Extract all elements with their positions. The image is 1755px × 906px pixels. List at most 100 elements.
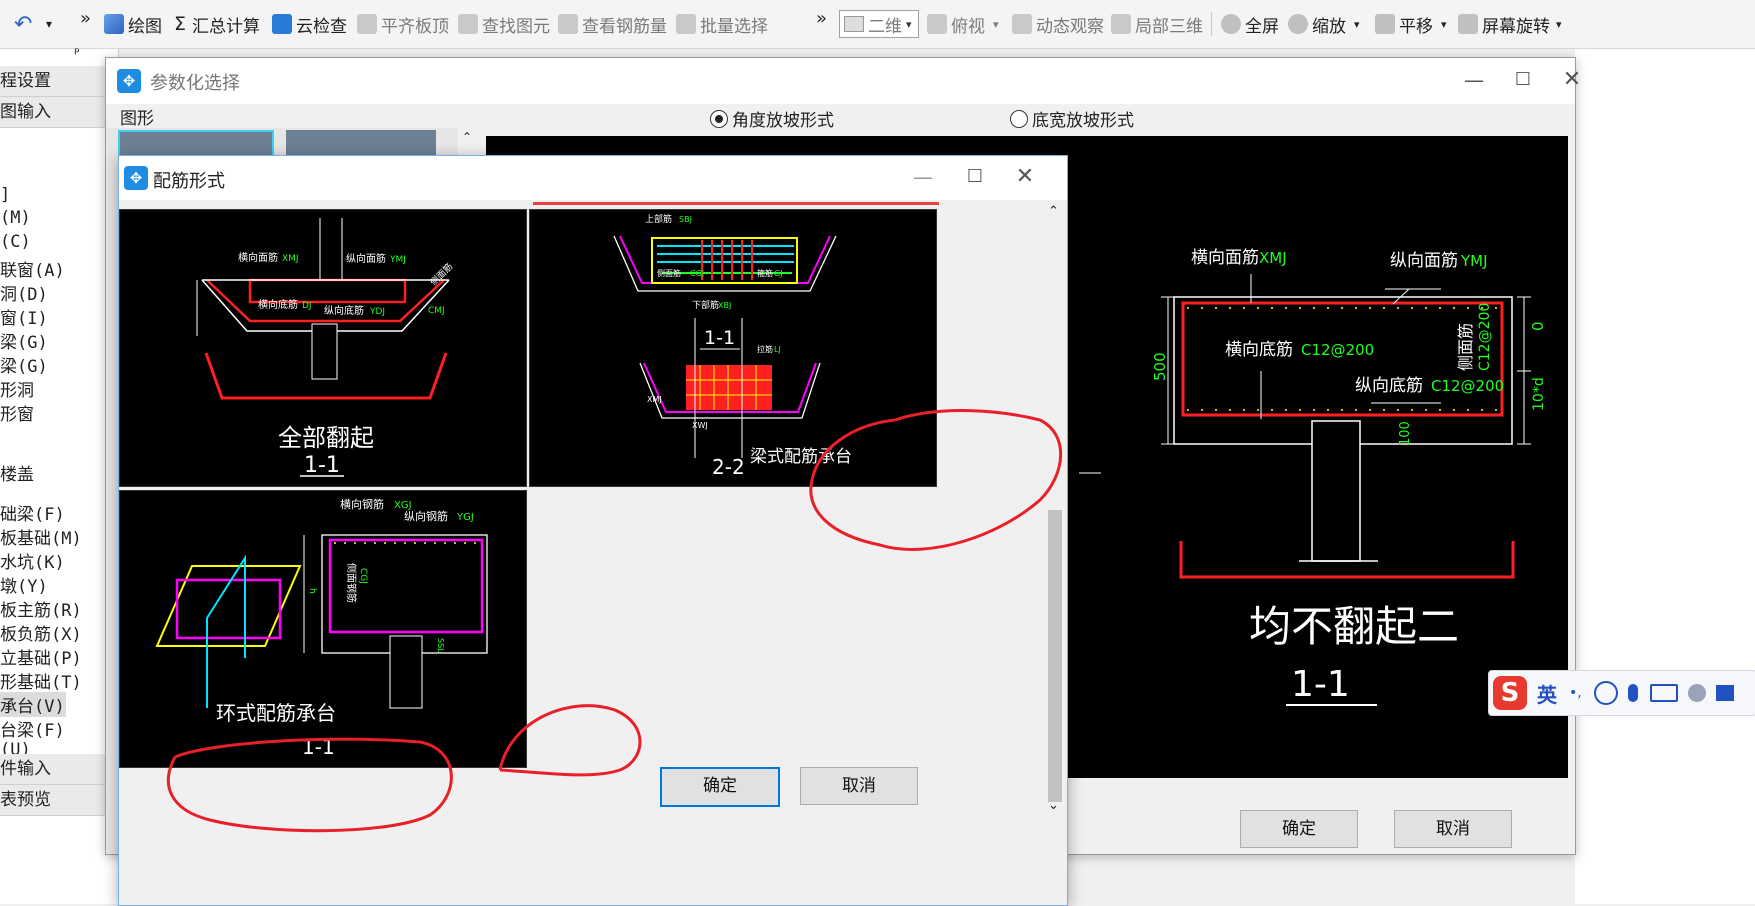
- project-settings-header[interactable]: 程设置: [0, 66, 118, 97]
- sogou-logo-icon[interactable]: S: [1493, 676, 1527, 710]
- scroll-up-icon[interactable]: ⌃: [462, 130, 472, 144]
- code: GJ: [774, 269, 783, 278]
- component-item[interactable]: ]: [0, 185, 10, 205]
- screen-rotate-label: 屏幕旋转: [1482, 16, 1550, 37]
- inner-ok-button[interactable]: 确定: [660, 767, 780, 807]
- outer-ok-button[interactable]: 确定: [1240, 810, 1358, 848]
- undo-button[interactable]: ↶: [14, 10, 32, 38]
- radio-angle-slope[interactable]: 角度放坡形式: [710, 106, 834, 131]
- component-item[interactable]: 板基础(M): [0, 524, 82, 549]
- toolbar-divider: [1211, 12, 1212, 36]
- toolbar-overflow-button-2[interactable]: »: [816, 4, 827, 32]
- ime-punct-toggle[interactable]: •,: [1569, 685, 1582, 701]
- pan-label: 平移: [1399, 16, 1433, 37]
- table-input-header[interactable]: 件输入: [0, 754, 118, 785]
- radio-unchecked-icon: [1010, 109, 1028, 128]
- maximize-button[interactable]: ☐: [1503, 64, 1543, 96]
- local-3d-label: 局部三维: [1135, 16, 1203, 37]
- component-item[interactable]: 联窗(A): [0, 256, 65, 281]
- preview-code: C12@200: [1477, 303, 1493, 371]
- chevron-down-icon: ▾: [906, 17, 912, 31]
- report-preview-header[interactable]: 表预览: [0, 785, 118, 816]
- scroll-down-icon[interactable]: ⌄: [1048, 798, 1059, 813]
- component-item[interactable]: 础梁(F): [0, 500, 65, 525]
- draw-button[interactable]: 绘图: [104, 10, 162, 38]
- sigma-icon: Σ: [174, 13, 187, 35]
- scroll-up-icon[interactable]: ⌃: [1048, 204, 1059, 219]
- batch-select-button[interactable]: 批量选择: [676, 10, 768, 38]
- top-rebar: [248, 278, 407, 304]
- option-list-scrollbar[interactable]: ⌃ ⌄: [1045, 200, 1065, 820]
- component-item[interactable]: 楼盖: [0, 460, 34, 485]
- option-section-bottom: 2-2: [712, 455, 745, 479]
- label: 侧面筋: [657, 268, 681, 278]
- close-button[interactable]: ✕: [1552, 64, 1592, 96]
- scrollbar-thumb[interactable]: [1048, 510, 1062, 802]
- minimize-button[interactable]: —: [1454, 64, 1494, 96]
- component-item[interactable]: (M): [0, 208, 31, 228]
- pan-button[interactable]: 平移 ▾: [1375, 10, 1447, 38]
- code: YDJ: [369, 307, 385, 317]
- option-beam-type-cap[interactable]: 上部筋 SBJ 侧面筋 CGJ 下部筋 XBJ 箍筋 GJ 1-1 拉筋 LJ …: [529, 209, 937, 487]
- code: XMJ: [282, 254, 299, 264]
- component-item[interactable]: 形洞: [0, 376, 34, 401]
- component-item[interactable]: 台梁(F): [0, 716, 65, 741]
- cloud-check-button[interactable]: 云检查: [272, 10, 347, 38]
- component-item[interactable]: 板主筋(R): [0, 596, 82, 621]
- component-item[interactable]: 形窗: [0, 400, 34, 425]
- ime-language-toggle[interactable]: 英: [1537, 679, 1557, 708]
- cube-icon: [927, 14, 947, 34]
- chevron-down-icon: ▾: [1354, 17, 1360, 31]
- dynamic-view-button[interactable]: 动态观察: [1012, 10, 1104, 38]
- minimize-button[interactable]: —: [903, 161, 943, 193]
- local-3d-button[interactable]: 局部三维: [1111, 10, 1203, 38]
- component-item[interactable]: 窗(I): [0, 304, 48, 329]
- close-button[interactable]: ✕: [1005, 161, 1045, 193]
- component-item[interactable]: 水坑(K): [0, 548, 65, 573]
- view-rebar-button[interactable]: 查看钢筋量: [558, 10, 667, 38]
- app-logo-icon: ✥: [124, 166, 148, 190]
- radio-width-slope[interactable]: 底宽放坡形式: [1010, 106, 1134, 131]
- summary-calc-button[interactable]: Σ 汇总计算: [174, 10, 260, 38]
- zoom-button[interactable]: 缩放 ▾: [1288, 10, 1360, 38]
- toolbar-overflow-button[interactable]: »: [80, 4, 91, 32]
- align-slab-top-button[interactable]: 平齐板顶: [357, 10, 449, 38]
- outer-cancel-button[interactable]: 取消: [1394, 810, 1512, 848]
- component-item[interactable]: 板负筋(X): [0, 620, 82, 645]
- option-full-bent[interactable]: 横向面筋 XMJ 纵向面筋 YMJ 横向底筋 DJ 纵向底筋 YDJ CMJ 侧…: [119, 209, 527, 487]
- component-item[interactable]: 洞(D): [0, 280, 48, 305]
- component-item[interactable]: (C): [0, 232, 31, 252]
- component-item[interactable]: 承台(V): [0, 692, 66, 717]
- user-icon[interactable]: [1687, 684, 1706, 702]
- full-screen-button[interactable]: 全屏: [1221, 10, 1279, 38]
- label: 侧面钢筋: [345, 563, 358, 603]
- view-mode-select[interactable]: 二维 ▾: [839, 10, 919, 38]
- yellow-plane: [155, 565, 302, 647]
- pin-icon[interactable]: ᴾ: [74, 47, 79, 63]
- mic-icon[interactable]: [1627, 684, 1638, 702]
- component-item[interactable]: 墩(Y): [0, 572, 48, 597]
- code: CGJ: [690, 269, 704, 278]
- component-item[interactable]: 梁(G): [0, 328, 48, 353]
- maximize-button[interactable]: ☐: [955, 161, 995, 193]
- drawing-input-header[interactable]: 图输入: [0, 97, 118, 128]
- keyboard-icon[interactable]: [1649, 684, 1678, 702]
- component-item[interactable]: 立基础(P): [0, 644, 82, 669]
- code: YGJ: [456, 512, 474, 523]
- inner-cancel-button[interactable]: 取消: [800, 767, 918, 805]
- rebar-view-icon: [558, 14, 578, 34]
- rebar-style-dialog: ✥ 配筋形式 — ☐ ✕ ⌃ ⌄ 横向面筋 XMJ 纵向面筋 YMJ 横向底筋 …: [118, 155, 1068, 906]
- view-rebar-label: 查看钢筋量: [582, 16, 667, 37]
- smile-icon[interactable]: [1593, 681, 1618, 705]
- undo-dropdown-icon[interactable]: ▾: [46, 10, 52, 38]
- component-item[interactable]: 梁(G): [0, 352, 48, 377]
- find-element-button[interactable]: 查找图元: [458, 10, 550, 38]
- component-item[interactable]: 形基础(T): [0, 668, 82, 693]
- hand-icon: [1375, 14, 1395, 34]
- shirt-icon[interactable]: [1715, 685, 1734, 701]
- option-ring-type-cap[interactable]: 横向钢筋 XGJ 纵向钢筋 YGJ 侧面钢筋 CGJ h SSL 环式配筋承台 …: [119, 490, 527, 768]
- draw-label: 绘图: [128, 16, 162, 37]
- top-view-button[interactable]: 俯视 ▾: [927, 10, 999, 38]
- screen-rotate-button[interactable]: 屏幕旋转 ▾: [1458, 10, 1562, 38]
- find-element-label: 查找图元: [482, 16, 550, 37]
